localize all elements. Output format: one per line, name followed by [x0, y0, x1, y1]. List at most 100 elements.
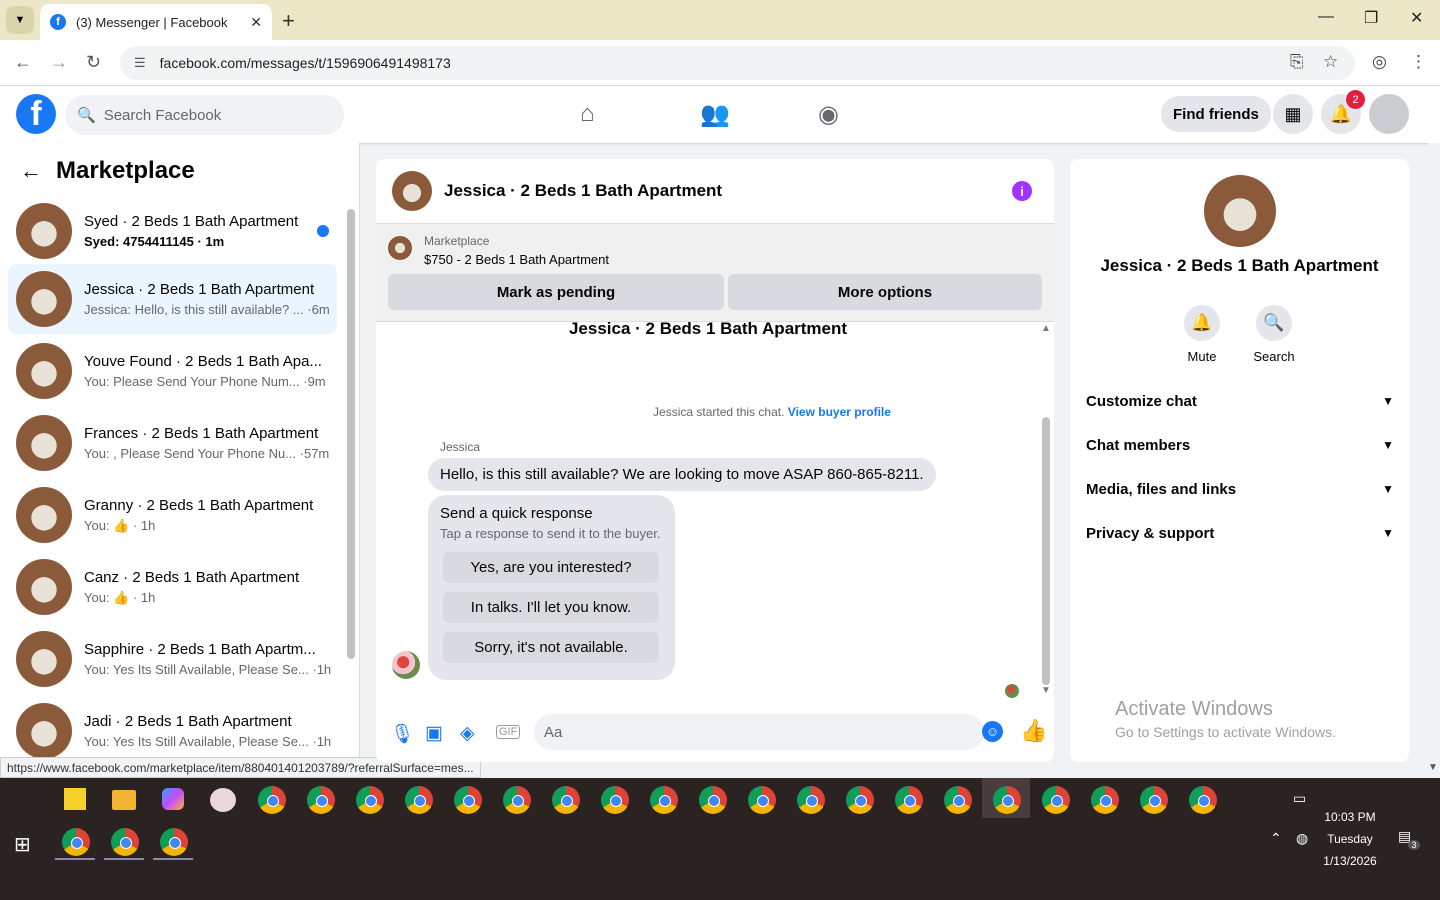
conversation-item-active[interactable]: Jessica · 2 Beds 1 Bath Apartment Jessic…: [8, 264, 337, 334]
view-buyer-profile-link[interactable]: View buyer profile: [788, 405, 891, 419]
chat-members-row[interactable]: Chat members ▼: [1086, 427, 1394, 463]
account-avatar[interactable]: [1369, 94, 1409, 134]
forward-icon[interactable]: →: [50, 52, 68, 73]
chrome-taskbar-icon[interactable]: [258, 786, 286, 814]
copilot-icon[interactable]: [162, 788, 184, 810]
chrome-taskbar-icon[interactable]: [111, 828, 139, 856]
facebook-logo-icon[interactable]: f: [16, 94, 56, 134]
chrome-tray-icon[interactable]: ◍: [1296, 830, 1308, 847]
close-window-icon[interactable]: ✕: [1410, 8, 1423, 28]
chrome-taskbar-icon[interactable]: [699, 786, 727, 814]
show-hidden-icons-chevron-icon[interactable]: ⌃: [1270, 830, 1282, 847]
install-app-icon[interactable]: ⎘: [1290, 52, 1304, 72]
minimize-icon[interactable]: —: [1318, 8, 1334, 26]
chrome-taskbar-icon[interactable]: [160, 828, 188, 856]
search-input[interactable]: 🔍 Search Facebook: [65, 95, 344, 135]
details-avatar[interactable]: [1204, 175, 1276, 247]
sticker-icon[interactable]: ◈: [460, 722, 475, 745]
page-scrollbar[interactable]: [1428, 143, 1440, 778]
microphone-icon[interactable]: 🎙: [390, 722, 414, 746]
quick-response-button[interactable]: In talks. I'll let you know.: [443, 592, 659, 623]
conversation-list-scrollbar[interactable]: [347, 209, 355, 659]
clock-time[interactable]: 10:03 PM: [1318, 810, 1382, 824]
message-bubble[interactable]: Hello, is this still available? We are l…: [428, 458, 936, 491]
address-bar[interactable]: ☰ facebook.com/messages/t/15969064914981…: [120, 46, 1355, 80]
chrome-taskbar-icon[interactable]: [62, 828, 90, 856]
customize-chat-row[interactable]: Customize chat ▼: [1086, 383, 1394, 419]
desktop-display-icon[interactable]: ▭: [1293, 790, 1306, 807]
conversation-item[interactable]: Syed · 2 Beds 1 Bath Apartment Syed: 475…: [8, 196, 337, 266]
chat-title[interactable]: Jessica · 2 Beds 1 Bath Apartment: [444, 181, 722, 201]
chrome-taskbar-icon[interactable]: [1042, 786, 1070, 814]
media-files-links-row[interactable]: Media, files and links ▼: [1086, 471, 1394, 507]
chrome-taskbar-icon[interactable]: [405, 786, 433, 814]
site-info-icon[interactable]: ☰: [134, 55, 146, 71]
quick-response-button[interactable]: Sorry, it's not available.: [443, 632, 659, 663]
windows-start-icon[interactable]: ⊞: [14, 832, 31, 857]
groups-icon[interactable]: ◉: [818, 100, 839, 129]
bookmark-star-icon[interactable]: ☆: [1323, 52, 1338, 72]
tab-search-button[interactable]: ▼: [6, 6, 34, 34]
search-conversation-button[interactable]: 🔍 Search: [1244, 305, 1304, 364]
emoji-icon[interactable]: ☺: [982, 721, 1003, 742]
photo-icon[interactable]: ▣: [425, 722, 443, 745]
info-icon[interactable]: i: [1012, 181, 1032, 201]
conversation-item[interactable]: Jadi · 2 Beds 1 Bath Apartment You: Yes …: [8, 696, 337, 766]
conversation-item[interactable]: Frances · 2 Beds 1 Bath Apartment You: ,…: [8, 408, 337, 478]
chat-thumbnail[interactable]: [392, 171, 432, 211]
scroll-down-icon[interactable]: ▼: [1041, 685, 1051, 696]
browser-tab[interactable]: f (3) Messenger | Facebook ✕: [40, 4, 272, 40]
mute-button[interactable]: 🔔 Mute: [1172, 305, 1232, 364]
scroll-up-icon[interactable]: ▲: [1041, 323, 1051, 334]
conversation-item[interactable]: Granny · 2 Beds 1 Bath Apartment You: 👍 …: [8, 480, 337, 550]
restore-icon[interactable]: ❐: [1364, 8, 1378, 28]
conversation-item[interactable]: Youve Found · 2 Beds 1 Bath Apa... You: …: [8, 336, 337, 406]
chrome-taskbar-icon[interactable]: [552, 786, 580, 814]
profile-icon[interactable]: ◎: [1372, 52, 1387, 72]
menu-grid-icon[interactable]: ▦: [1273, 94, 1313, 134]
listing-price[interactable]: $750 - 2 Beds 1 Bath Apartment: [424, 252, 609, 267]
back-arrow-icon[interactable]: ←: [20, 158, 42, 184]
chrome-taskbar-icon[interactable]: [748, 786, 776, 814]
chat-scroll-thumb[interactable]: [1042, 417, 1050, 685]
reload-icon[interactable]: ↻: [86, 52, 101, 73]
chrome-taskbar-icon[interactable]: [1140, 786, 1168, 814]
gif-icon[interactable]: GIF: [496, 725, 521, 739]
friends-icon[interactable]: 👥: [700, 100, 730, 129]
quick-response-button[interactable]: Yes, are you interested?: [443, 552, 659, 583]
sticky-notes-icon[interactable]: [64, 788, 86, 810]
chrome-taskbar-icon[interactable]: [307, 786, 335, 814]
privacy-support-row[interactable]: Privacy & support ▼: [1086, 515, 1394, 551]
chrome-taskbar-icon[interactable]: [601, 786, 629, 814]
listing-thumbnail[interactable]: [388, 236, 412, 260]
chrome-taskbar-icon[interactable]: [356, 786, 384, 814]
mark-pending-button[interactable]: Mark as pending: [388, 274, 724, 310]
file-explorer-icon[interactable]: [112, 790, 136, 810]
chrome-taskbar-icon[interactable]: [454, 786, 482, 814]
chrome-taskbar-icon-active[interactable]: [993, 786, 1021, 814]
page-scroll-down-icon[interactable]: ▼: [1428, 762, 1438, 773]
chrome-taskbar-icon[interactable]: [895, 786, 923, 814]
new-tab-icon[interactable]: +: [282, 8, 295, 34]
back-icon[interactable]: ←: [14, 52, 32, 73]
find-friends-button[interactable]: Find friends: [1161, 96, 1271, 132]
chrome-taskbar-icon[interactable]: [503, 786, 531, 814]
more-options-button[interactable]: More options: [728, 274, 1042, 310]
close-tab-icon[interactable]: ✕: [250, 14, 262, 31]
conversation-item[interactable]: Sapphire · 2 Beds 1 Bath Apartm... You: …: [8, 624, 337, 694]
conversation-item[interactable]: Canz · 2 Beds 1 Bath Apartment You: 👍 · …: [8, 552, 337, 622]
thumbs-up-icon[interactable]: 👍: [1020, 718, 1047, 744]
home-icon[interactable]: ⌂: [580, 100, 595, 128]
chat-scrollbar[interactable]: ▲ ▼: [1040, 323, 1052, 699]
chrome-taskbar-icon[interactable]: [797, 786, 825, 814]
search-placeholder: Search Facebook: [103, 106, 222, 124]
browser-menu-icon[interactable]: ⋮: [1410, 52, 1427, 72]
chrome-taskbar-icon[interactable]: [1091, 786, 1119, 814]
chrome-taskbar-icon[interactable]: [944, 786, 972, 814]
snipping-tool-icon[interactable]: [210, 788, 236, 812]
chrome-taskbar-icon[interactable]: [1189, 786, 1217, 814]
chrome-taskbar-icon[interactable]: [846, 786, 874, 814]
message-input[interactable]: Aa: [534, 714, 984, 750]
chrome-taskbar-icon[interactable]: [650, 786, 678, 814]
sender-avatar[interactable]: [392, 651, 420, 679]
